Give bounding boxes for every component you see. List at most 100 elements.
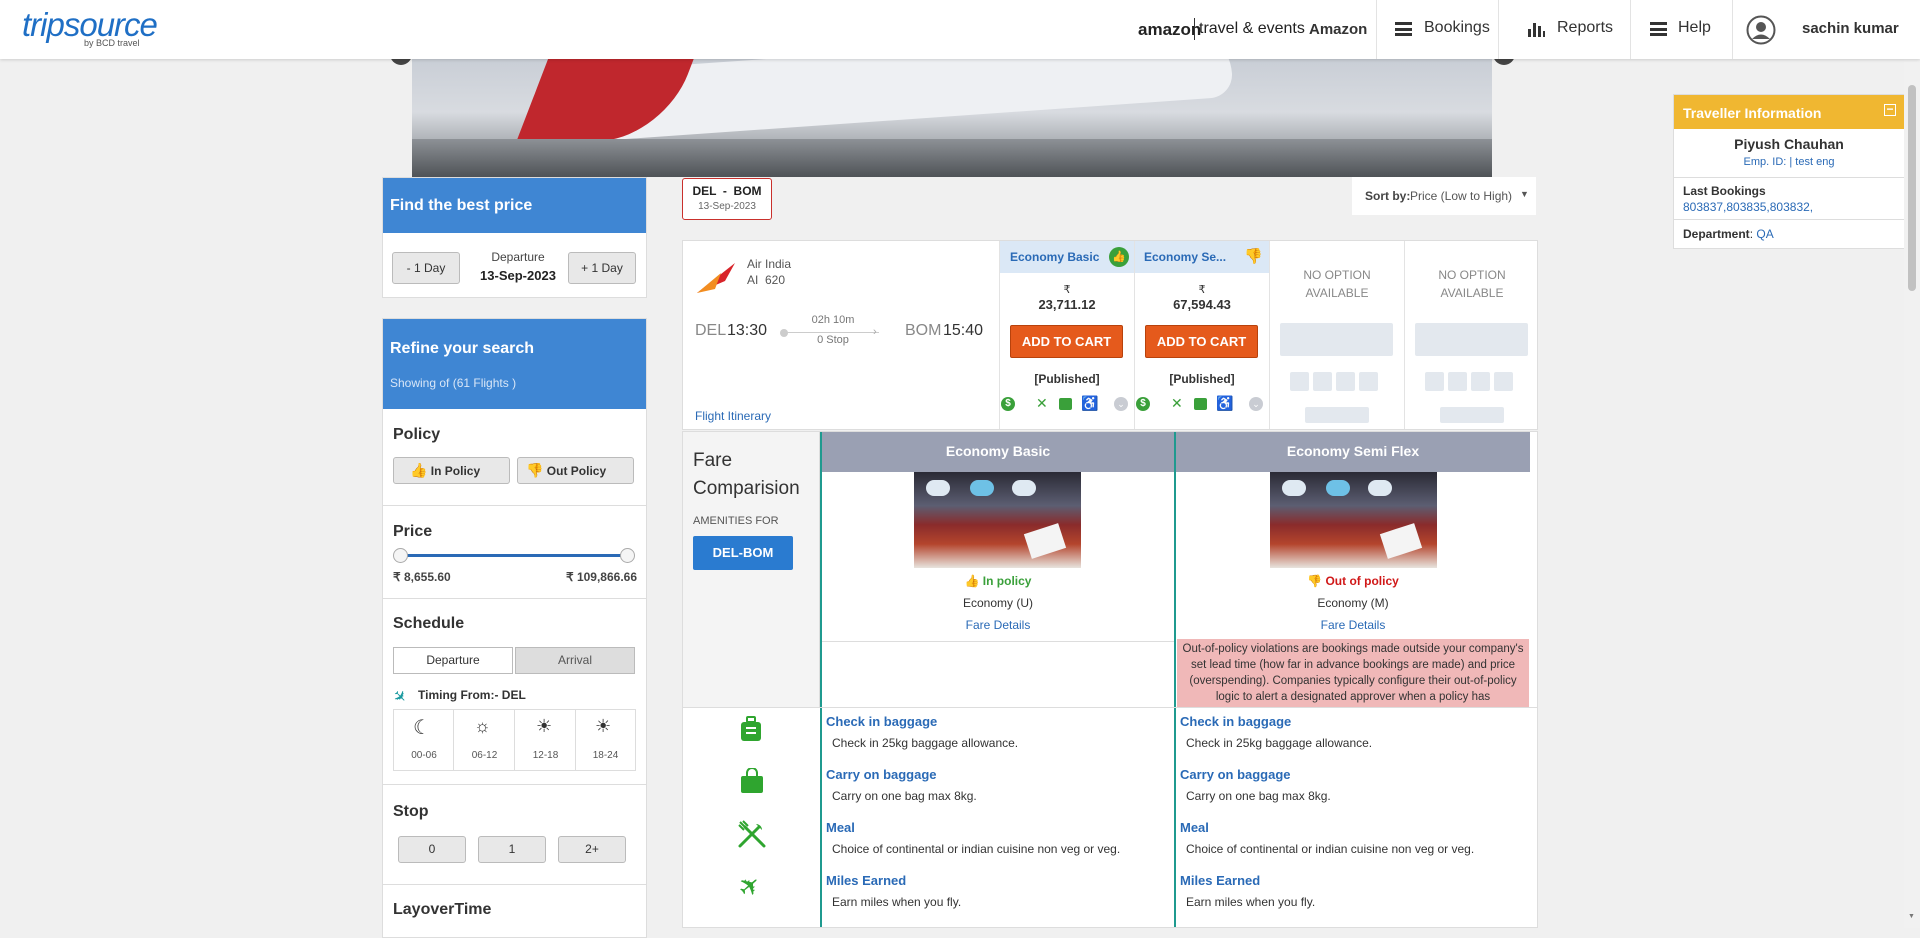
aircraft-tail bbox=[514, 59, 700, 147]
time-slot-grid: ☾ 00-06 ☼ 06-12 ☀ 12-18 ☀ 18-24 bbox=[393, 709, 636, 771]
refine-title: Refine your search bbox=[390, 340, 535, 357]
out-policy-filter[interactable]: 👎 Out Policy bbox=[517, 457, 634, 484]
layover-title: LayoverTime bbox=[393, 901, 492, 918]
best-price-title: Find the best price bbox=[390, 197, 533, 214]
stop-0-button[interactable]: 0 bbox=[398, 836, 466, 863]
flight-duration: 02h 10m bbox=[811, 314, 855, 326]
expand-chevron-icon[interactable]: ⌄ bbox=[1249, 397, 1263, 411]
policy-status: 👎 Out of policy bbox=[1176, 574, 1530, 588]
schedule-arrival-tab[interactable]: Arrival bbox=[515, 647, 635, 674]
window-shape bbox=[970, 480, 994, 496]
currency-symbol: ₹ bbox=[1063, 284, 1071, 296]
price-min-value: ₹ 8,655.60 bbox=[393, 570, 451, 584]
policy-status: 👍 In policy bbox=[822, 574, 1174, 588]
nav-help-label: Help bbox=[1678, 19, 1711, 36]
amenity-description: Carry on one bag max 8kg. bbox=[1186, 789, 1331, 803]
airline-name: Air India bbox=[747, 257, 792, 271]
flight-itinerary-link[interactable]: Flight Itinerary bbox=[695, 409, 771, 423]
time-slot-06-12[interactable]: ☼ 06-12 bbox=[454, 710, 515, 770]
no-option-label: NO OPTION AVAILABLE bbox=[1303, 268, 1371, 300]
window-shape bbox=[1282, 480, 1306, 496]
slot-label: 06-12 bbox=[471, 750, 498, 761]
fare-column-header: Economy Basic bbox=[822, 432, 1174, 472]
sort-label: Sort by: bbox=[1365, 189, 1411, 203]
policy-status-text: Out of policy bbox=[1325, 574, 1399, 588]
time-slot-00-06[interactable]: ☾ 00-06 bbox=[394, 710, 454, 770]
banner-ground bbox=[412, 139, 1492, 177]
route-chip[interactable]: DEL - BOM 13-Sep-2023 bbox=[682, 178, 772, 220]
vertical-scrollbar[interactable]: ▼ bbox=[1904, 59, 1920, 928]
fare-option-economy-basic: Economy Basic 👍 ₹ 23,711.12 ADD TO CART … bbox=[999, 241, 1134, 429]
divider bbox=[383, 598, 646, 599]
in-policy-filter[interactable]: 👍 In Policy bbox=[393, 457, 510, 484]
time-slot-12-18[interactable]: ☀ 12-18 bbox=[515, 710, 576, 770]
last-bookings-links[interactable]: 803837,803835,803832, bbox=[1683, 200, 1813, 214]
in-policy-label: In Policy bbox=[430, 464, 481, 478]
refundable-dollar-icon: $ bbox=[1136, 397, 1150, 411]
placeholder-block bbox=[1448, 372, 1467, 391]
amenity-description: Choice of continental or indian cuisine … bbox=[1186, 842, 1475, 856]
scrollbar-thumb[interactable] bbox=[1908, 85, 1916, 291]
expand-chevron-icon[interactable]: ⌄ bbox=[1114, 397, 1128, 411]
amenity-title: Check in baggage bbox=[1180, 714, 1292, 729]
destination-code: BOM bbox=[905, 322, 942, 339]
price-slider-max-handle[interactable] bbox=[620, 548, 635, 563]
nav-help[interactable]: Help bbox=[1631, 0, 1732, 59]
fare-details-link[interactable]: Fare Details bbox=[1176, 618, 1530, 632]
fare-column-header: Economy Semi Flex bbox=[1176, 432, 1530, 472]
user-avatar-icon bbox=[1746, 15, 1776, 45]
user-menu[interactable]: sachin kumar bbox=[1733, 0, 1920, 59]
out-policy-thumbs-down-icon: 👎 bbox=[1244, 248, 1263, 265]
divider bbox=[383, 884, 646, 885]
fare-option-name[interactable]: Economy Basic bbox=[1010, 250, 1099, 264]
departure-time: 13:30 bbox=[727, 322, 768, 339]
fare-details-link[interactable]: Fare Details bbox=[822, 618, 1174, 632]
amazon-logo: amazon bbox=[1138, 20, 1202, 39]
price-max-value: ₹ 109,866.66 bbox=[565, 570, 637, 584]
add-to-cart-button[interactable]: ADD TO CART bbox=[1145, 325, 1258, 358]
placeholder-block bbox=[1290, 372, 1309, 391]
add-to-cart-button[interactable]: ADD TO CART bbox=[1010, 325, 1123, 358]
airplane-icon: ✈ bbox=[388, 686, 411, 709]
nav-bookings[interactable]: Bookings bbox=[1377, 0, 1498, 59]
stop-1-button[interactable]: 1 bbox=[478, 836, 546, 863]
traveller-info-title: Traveller Information bbox=[1683, 105, 1822, 121]
seat-screen bbox=[1023, 523, 1067, 559]
amenity-description: Check in 25kg baggage allowance. bbox=[832, 736, 1019, 750]
baggage-icon bbox=[1059, 398, 1072, 410]
previous-day-button[interactable]: - 1 Day bbox=[392, 252, 460, 284]
banner-aircraft bbox=[514, 59, 1234, 147]
carry-on-bag-icon bbox=[741, 768, 763, 793]
departure-label: Departure bbox=[491, 250, 545, 264]
fare-option-header: Economy Basic 👍 bbox=[1000, 241, 1134, 273]
fare-column-economy-basic: Economy Basic 👍 In policy Economy (U) Fa… bbox=[822, 432, 1174, 707]
amenity-title: Carry on baggage bbox=[826, 767, 937, 782]
out-of-policy-violation-note: Out-of-policy violations are bookings ma… bbox=[1177, 639, 1529, 707]
fare-column-economy-semi-flex: Economy Semi Flex 👎 Out of policy Econom… bbox=[1176, 432, 1530, 707]
schedule-departure-tab[interactable]: Departure bbox=[393, 647, 513, 674]
fare-comparison-label-column: Fare Comparision AMENITIES FOR DEL-BOM bbox=[683, 432, 820, 707]
sort-dropdown[interactable]: Sort by: Price (Low to High) ▼ bbox=[1352, 177, 1536, 215]
amenity-title: Meal bbox=[1180, 820, 1209, 835]
currency-symbol: ₹ bbox=[1198, 284, 1206, 296]
luggage-icon bbox=[741, 716, 761, 741]
flight-number: AI 620 bbox=[747, 273, 786, 287]
route-chip-date: 13-Sep-2023 bbox=[698, 201, 756, 212]
department-row: Department: QA bbox=[1683, 227, 1774, 241]
stop-2plus-button[interactable]: 2+ bbox=[558, 836, 626, 863]
flights-count: Showing of (61 Flights ) bbox=[390, 376, 517, 390]
collapse-icon[interactable]: − bbox=[1884, 103, 1896, 116]
fare-option-name[interactable]: Economy Se... bbox=[1144, 250, 1226, 264]
seat-icon: ♿ bbox=[1216, 395, 1234, 411]
price-slider-min-handle[interactable] bbox=[393, 548, 408, 563]
time-slot-18-24[interactable]: ☀ 18-24 bbox=[576, 710, 635, 770]
next-day-button[interactable]: + 1 Day bbox=[568, 252, 636, 284]
scroll-down-arrow[interactable]: ▼ bbox=[1908, 913, 1915, 920]
nav-reports[interactable]: Reports bbox=[1499, 0, 1630, 59]
price-slider-track[interactable] bbox=[399, 554, 627, 557]
amenities-route-button[interactable]: DEL-BOM bbox=[693, 536, 793, 570]
amenity-description: Earn miles when you fly. bbox=[832, 895, 962, 909]
company-name: Amazon bbox=[1309, 21, 1368, 38]
placeholder-block bbox=[1280, 323, 1393, 356]
fare-type-tag: [Published] bbox=[1169, 372, 1235, 386]
